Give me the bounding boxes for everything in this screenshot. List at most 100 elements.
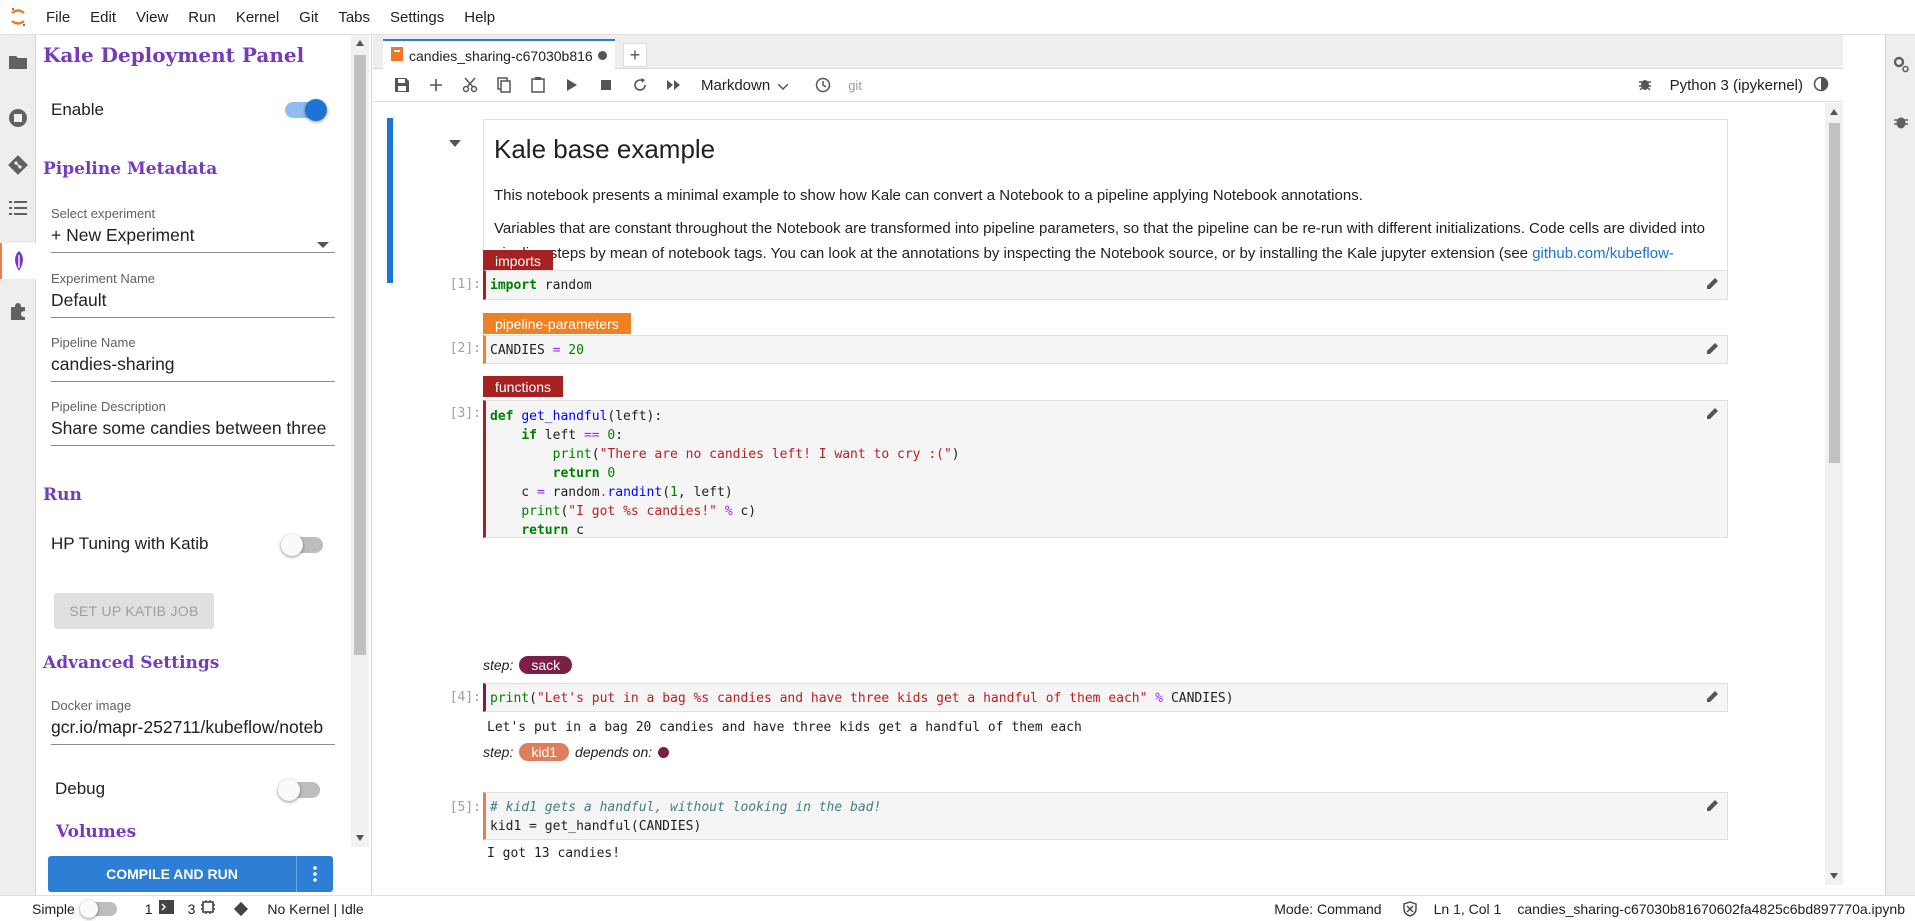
cell-prompt: [1]: (449, 277, 481, 292)
chevron-down-icon (777, 77, 789, 94)
pipeline-name-label: Pipeline Name (51, 335, 136, 350)
add-cell-icon[interactable] (419, 72, 453, 98)
terminals-count[interactable]: 1 (145, 900, 174, 917)
cell-prompt: [2]: (449, 341, 481, 356)
experiment-name-field[interactable]: Experiment Name Default (51, 271, 335, 318)
code-cell-imports[interactable]: import random (483, 270, 1728, 300)
enable-label: Enable (51, 100, 104, 119)
clock-icon[interactable] (806, 72, 840, 98)
collapse-heading-icon[interactable] (449, 137, 461, 151)
step-annotation-kid1: step: kid1 depends on: (483, 743, 670, 761)
compile-and-run-button[interactable]: COMPILE AND RUN (48, 856, 333, 892)
kernels-count[interactable]: 3 (188, 900, 216, 917)
docker-image-field[interactable]: Docker image gcr.io/mapr-252711/kubeflow… (51, 698, 335, 745)
debugger-icon[interactable] (1886, 107, 1915, 137)
menu-view[interactable]: View (126, 0, 178, 35)
edit-icon[interactable] (1706, 407, 1719, 424)
debug-toggle[interactable] (278, 779, 320, 801)
git-status-icon[interactable] (233, 901, 249, 917)
advanced-settings-heading: Advanced Settings (43, 653, 220, 673)
cell-output: I got 13 candies! (487, 846, 621, 861)
debug-label: Debug (55, 779, 106, 798)
kernel-name[interactable]: Python 3 (ipykernel) (1670, 77, 1803, 94)
code-cell-parameters[interactable]: CANDIES = 20 (483, 335, 1728, 364)
property-inspector-icon[interactable] (1886, 49, 1915, 79)
notebook-heading: Kale base example (494, 134, 716, 164)
katib-label: HP Tuning with Katib (51, 534, 209, 553)
fast-forward-icon[interactable] (657, 72, 691, 98)
menu-file[interactable]: File (36, 0, 80, 35)
simple-mode[interactable]: Simple (32, 899, 117, 918)
cell-prompt: [3]: (449, 406, 481, 421)
copy-icon[interactable] (487, 72, 521, 98)
menu-edit[interactable]: Edit (80, 0, 126, 35)
cell-prompt: [5]: (449, 800, 481, 815)
panel-title: Kale Deployment Panel (43, 43, 305, 67)
pipeline-description-field[interactable]: Pipeline Description Share some candies … (51, 399, 335, 446)
simple-mode-label: Simple (32, 900, 75, 917)
notebook-panel: Kale base example This notebook presents… (373, 103, 1843, 895)
extensions-icon[interactable] (0, 293, 36, 329)
katib-toggle[interactable] (281, 534, 323, 556)
more-options-icon[interactable] (297, 866, 333, 882)
kale-icon[interactable] (0, 243, 36, 279)
experiment-select[interactable]: Select experiment + New Experiment (51, 206, 335, 253)
unsaved-dot-icon[interactable] (598, 51, 607, 60)
pipeline-name-field[interactable]: Pipeline Name candies-sharing (51, 335, 335, 382)
trusted-icon[interactable] (1402, 900, 1418, 917)
cell-type-select[interactable]: Markdown (701, 77, 789, 94)
setup-katib-button[interactable]: SET UP KATIB JOB (54, 593, 214, 629)
cell-output: Let's put in a bag 20 candies and have t… (487, 720, 1082, 735)
cursor-position[interactable]: Ln 1, Col 1 (1434, 901, 1502, 917)
chevron-down-icon (317, 236, 329, 254)
table-of-contents-icon[interactable] (0, 190, 36, 226)
paste-icon[interactable] (521, 72, 555, 98)
restart-icon[interactable] (623, 72, 657, 98)
step-annotation-sack: step: sack (483, 656, 573, 674)
docker-image-label: Docker image (51, 698, 132, 713)
notebook-scrollbar[interactable] (1825, 103, 1843, 885)
code-cell-kid1[interactable]: # kid1 gets a handful, without looking i… (483, 792, 1728, 840)
menu-run[interactable]: Run (178, 0, 226, 35)
save-icon[interactable] (385, 72, 419, 98)
pipeline-name-value: candies-sharing (51, 354, 175, 374)
kernel-status[interactable]: No Kernel | Idle (267, 901, 363, 917)
compile-and-run-label: COMPILE AND RUN (106, 866, 238, 882)
git-label[interactable]: git (848, 78, 862, 93)
running-icon[interactable] (0, 100, 36, 136)
edit-icon[interactable] (1706, 690, 1719, 707)
kernel-indicator[interactable]: Python 3 (ipykernel) (1638, 69, 1829, 102)
stop-icon[interactable] (589, 72, 623, 98)
tab-notebook[interactable]: candies_sharing-c67030b816 (383, 39, 615, 70)
cut-icon[interactable] (453, 72, 487, 98)
experiment-select-label: Select experiment (51, 206, 156, 221)
enable-toggle[interactable] (285, 99, 327, 121)
menu-help[interactable]: Help (454, 0, 505, 35)
tag-functions: functions (483, 376, 564, 397)
code-cell-functions[interactable]: def get_handful(left): if left == 0: pri… (483, 400, 1728, 538)
jupyter-logo-icon (0, 0, 36, 35)
kernel-icon (201, 900, 216, 917)
git-icon[interactable] (0, 147, 36, 183)
menu-kernel[interactable]: Kernel (226, 0, 289, 35)
right-activity-bar (1885, 35, 1915, 895)
cell-collapser[interactable] (387, 118, 393, 283)
run-icon[interactable] (555, 72, 589, 98)
code-cell-sack[interactable]: print("Let's put in a bag %s candies and… (483, 683, 1728, 712)
menu-tabs[interactable]: Tabs (328, 0, 380, 35)
cell-prompt: [4]: (449, 690, 481, 705)
file-path: candies_sharing-c67030b81670602fa4825c6b… (1517, 900, 1905, 917)
menu-git[interactable]: Git (289, 0, 328, 35)
edit-icon[interactable] (1706, 342, 1719, 359)
folder-icon[interactable] (0, 44, 36, 80)
left-activity-bar (0, 35, 36, 895)
menu-settings[interactable]: Settings (380, 0, 454, 35)
simple-mode-toggle[interactable] (79, 899, 117, 918)
edit-icon[interactable] (1706, 799, 1719, 816)
new-tab-button[interactable]: + (623, 43, 647, 67)
debugger-icon[interactable] (1638, 77, 1652, 95)
step-pill-sack: sack (519, 656, 573, 674)
panel-scrollbar[interactable] (351, 35, 369, 847)
experiment-select-value: + New Experiment (51, 225, 195, 245)
edit-icon[interactable] (1706, 277, 1719, 294)
